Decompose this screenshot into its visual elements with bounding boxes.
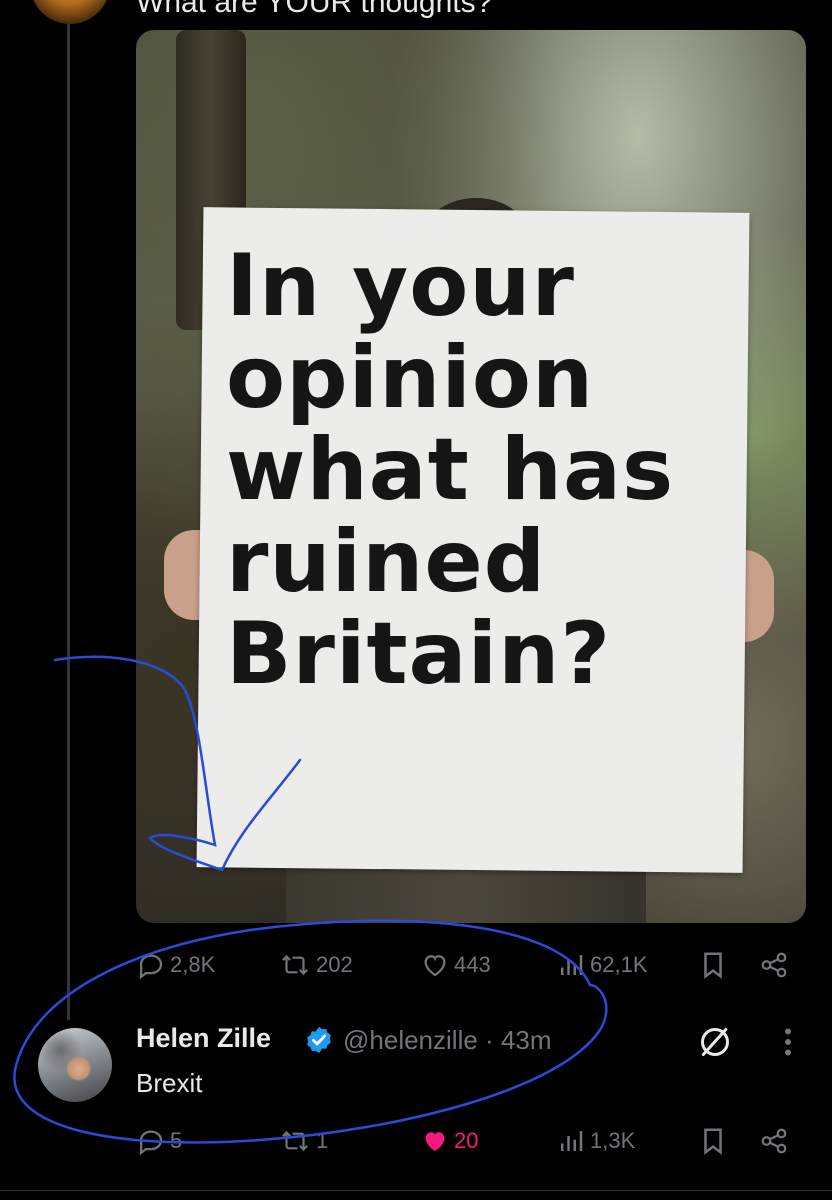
reply-bookmark-button[interactable] — [700, 1126, 726, 1156]
reply-text: Brexit — [136, 1068, 203, 1098]
repost-icon — [282, 1130, 308, 1152]
thread-connector-line — [67, 24, 70, 1020]
repost-count: 202 — [316, 952, 353, 977]
bookmark-icon — [704, 1128, 722, 1155]
protest-sign-text: In your opinion what has ruined Britain? — [226, 236, 675, 704]
bar-chart-icon — [561, 1131, 583, 1151]
like-button[interactable]: 443 — [420, 950, 491, 980]
author-avatar[interactable] — [30, 0, 110, 24]
reply-author-avatar[interactable] — [38, 1028, 112, 1102]
speech-bubble-icon — [139, 1130, 163, 1156]
reply-share-button[interactable] — [758, 1126, 790, 1156]
bar-chart-icon — [561, 955, 583, 975]
speech-bubble-icon — [139, 954, 163, 980]
reply-like-count: 20 — [454, 1128, 479, 1153]
divider — [0, 1190, 832, 1191]
more-icon[interactable] — [778, 1024, 798, 1060]
share-button[interactable] — [758, 950, 790, 980]
bookmark-icon — [704, 952, 722, 979]
tweet-text: What are YOUR thoughts? — [136, 0, 493, 19]
reply-like-button[interactable]: 20 — [420, 1126, 478, 1156]
reply-handle[interactable]: @helenzille — [343, 1025, 478, 1055]
repost-icon — [282, 954, 308, 976]
repost-button[interactable]: 202 — [278, 950, 353, 980]
views-count: 62,1K — [590, 952, 648, 977]
verified-badge-icon — [307, 1026, 331, 1054]
separator-dot: · — [485, 1025, 494, 1055]
reply-handle-and-time: @helenzille · 43m — [343, 1025, 552, 1056]
share-icon — [761, 952, 787, 978]
reply-repost-count: 1 — [316, 1128, 329, 1153]
reply-timestamp[interactable]: 43m — [501, 1025, 552, 1055]
views-button[interactable]: 62,1K — [556, 950, 648, 980]
grok-icon[interactable] — [695, 1022, 735, 1062]
heart-filled-icon — [425, 1132, 445, 1151]
heart-icon — [424, 955, 446, 977]
reply-count: 2,8K — [170, 952, 216, 977]
reply-button[interactable]: 2,8K — [136, 950, 215, 980]
reply-reply-button[interactable]: 5 — [136, 1126, 182, 1156]
reply-author-name[interactable]: Helen Zille — [136, 1023, 271, 1054]
bookmark-button[interactable] — [700, 950, 726, 980]
tweet-media-photo[interactable]: In your opinion what has ruined Britain? — [136, 30, 806, 923]
like-count: 443 — [454, 952, 491, 977]
reply-views-button[interactable]: 1,3K — [556, 1126, 635, 1156]
reply-views-count: 1,3K — [590, 1128, 636, 1153]
reply-reply-count: 5 — [170, 1128, 183, 1153]
reply-repost-button[interactable]: 1 — [278, 1126, 328, 1156]
share-icon — [761, 1128, 787, 1154]
